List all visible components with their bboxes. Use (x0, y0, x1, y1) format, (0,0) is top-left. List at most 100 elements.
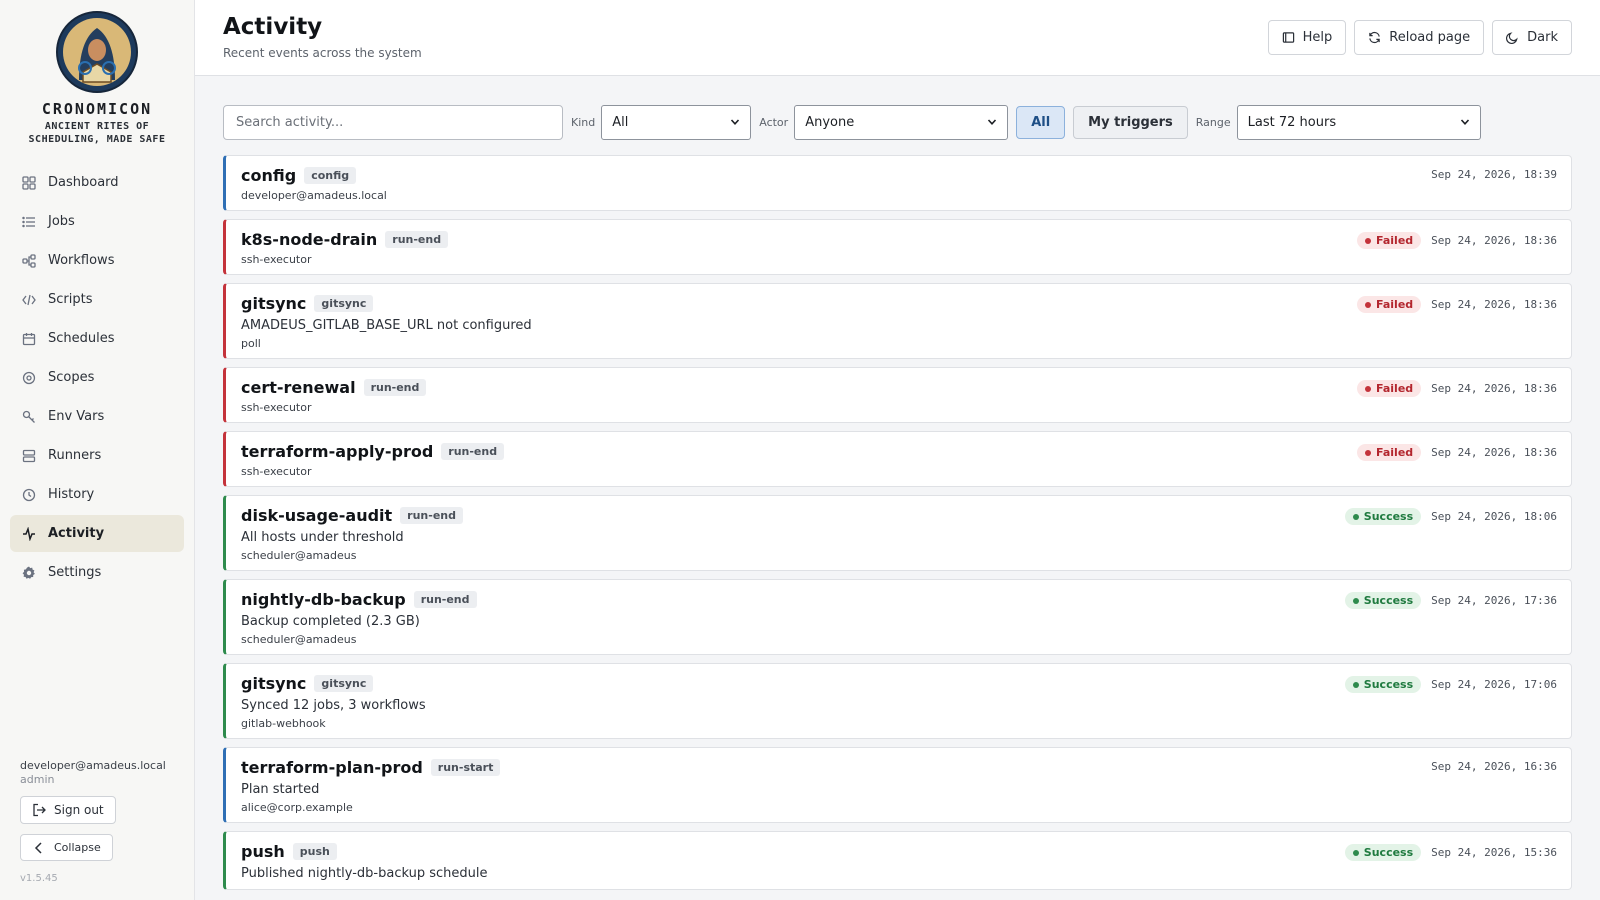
chevron-down-icon (1460, 119, 1469, 125)
activity-event[interactable]: config config developer@amadeus.local Sep 2… (223, 155, 1572, 211)
calendar-icon (22, 332, 36, 346)
sidebar-item-label: Dashboard (48, 175, 119, 190)
reload-label: Reload page (1389, 30, 1471, 45)
event-actor: ssh-executor (241, 465, 312, 478)
sidebar-item-activity[interactable]: Activity (10, 515, 184, 552)
event-kind-badge: run-end (400, 507, 463, 524)
activity-event[interactable]: k8s-node-drain run-end ssh-executor Failed S… (223, 219, 1572, 275)
event-kind-badge: config (304, 167, 357, 184)
status-label: Success (1363, 678, 1414, 691)
list-icon (22, 215, 36, 229)
clock-icon (22, 488, 36, 502)
theme-label: Dark (1527, 30, 1558, 45)
status-dot-icon (1364, 385, 1371, 392)
sidebar-item-label: Jobs (48, 214, 75, 229)
search-input[interactable] (223, 104, 563, 140)
sidebar-item-label: Scopes (48, 370, 95, 385)
sidebar-item-history[interactable]: History (10, 476, 184, 513)
event-message: Published nightly-db-backup schedule (241, 866, 488, 881)
status-badge: Success (1344, 676, 1422, 693)
sidebar-item-label: Settings (48, 565, 102, 580)
user-role: admin (20, 773, 55, 786)
sidebar-nav: Dashboard Jobs Workflows Scripts Schedul… (0, 164, 194, 593)
activity-event[interactable]: disk-usage-audit run-end All hosts under t… (223, 495, 1572, 571)
status-dot-icon (1364, 237, 1371, 244)
sidebar-item-schedules[interactable]: Schedules (10, 320, 184, 357)
event-kind-badge: run-start (430, 759, 501, 776)
range-label: Range (1195, 115, 1231, 129)
filter-all-toggle[interactable]: All (1016, 105, 1066, 139)
event-meta: Success Sep 24, 2026, 17:06 (1344, 676, 1557, 693)
kind-label: Kind (571, 115, 596, 129)
status-label: Failed (1375, 234, 1414, 247)
brand-tagline: ANCIENT RITES OF SCHEDULING, MADE SAFE (28, 121, 166, 145)
sidebar-item-jobs[interactable]: Jobs (10, 203, 184, 240)
event-timestamp: Sep 24, 2026, 17:06 (1431, 678, 1557, 691)
event-meta: Failed Sep 24, 2026, 18:36 (1356, 444, 1557, 461)
activity-event[interactable]: push push Published nightly-db-backup sche… (223, 831, 1572, 890)
filter-bar: Kind All Actor Anyone All My triggers Ra… (223, 104, 1572, 140)
activity-event[interactable]: nightly-db-backup run-end Backup completed… (223, 579, 1572, 655)
sidebar-item-env-vars[interactable]: Env Vars (10, 398, 184, 435)
help-button[interactable]: Help (1267, 20, 1347, 55)
event-kind-badge: run-end (413, 591, 477, 608)
range-value: Last 72 hours (1247, 114, 1337, 130)
status-badge: Failed (1356, 380, 1422, 397)
event-actor: ssh-executor (241, 253, 312, 266)
sidebar-item-runners[interactable]: Runners (10, 437, 184, 474)
chevron-down-icon (988, 119, 997, 125)
event-actor: ssh-executor (241, 401, 312, 414)
sidebar-item-scopes[interactable]: Scopes (10, 359, 184, 396)
event-kind-badge: run-end (363, 379, 427, 396)
activity-event[interactable]: gitsync gitsync AMADEUS_GITLAB_BASE_URL no… (223, 283, 1572, 359)
sidebar-item-settings[interactable]: Settings (10, 554, 184, 591)
event-actor: gitlab-webhook (241, 717, 326, 730)
event-kind-badge: run-end (441, 443, 505, 460)
sidebar-item-label: History (48, 487, 95, 502)
event-actor: scheduler@amadeus (241, 549, 357, 562)
activity-event[interactable]: terraform-plan-prod run-start Plan started… (223, 747, 1572, 823)
reload-button[interactable]: Reload page (1354, 20, 1485, 55)
sidebar-footer: developer@amadeus.local admin Sign out C… (20, 759, 180, 900)
status-badge: Success (1344, 844, 1422, 861)
sign-out-button[interactable]: Sign out (20, 796, 116, 824)
event-meta: Failed Sep 24, 2026, 18:36 (1356, 380, 1557, 397)
key-icon (22, 410, 36, 424)
event-name: cert-renewal (241, 378, 356, 397)
event-kind-badge: gitsync (314, 675, 374, 692)
event-message: All hosts under threshold (241, 530, 404, 545)
kind-value: All (612, 114, 629, 130)
event-message: AMADEUS_GITLAB_BASE_URL not configured (241, 318, 532, 333)
sidebar-item-dashboard[interactable]: Dashboard (10, 164, 184, 201)
page-subtitle: Recent events across the system (223, 46, 422, 60)
event-meta: Success Sep 24, 2026, 18:06 (1344, 508, 1557, 525)
activity-event[interactable]: terraform-apply-prod run-end ssh-executor F… (223, 431, 1572, 487)
activity-event[interactable]: gitsync gitsync Synced 12 jobs, 3 workflow… (223, 663, 1572, 739)
event-name: terraform-apply-prod (241, 442, 434, 461)
sidebar-item-scripts[interactable]: Scripts (10, 281, 184, 318)
event-timestamp: Sep 24, 2026, 16:36 (1431, 760, 1557, 773)
activity-event[interactable]: cert-renewal run-end ssh-executor Failed Sep… (223, 367, 1572, 423)
event-timestamp: Sep 24, 2026, 15:36 (1431, 846, 1557, 859)
collapse-button[interactable]: Collapse (20, 834, 113, 861)
chevron-left-icon (32, 841, 46, 855)
kind-select[interactable]: All (601, 104, 752, 140)
app-root: CRONOMICON ANCIENT RITES OF SCHEDULING, … (0, 0, 1600, 900)
actor-select[interactable]: Anyone (794, 104, 1009, 140)
event-timestamp: Sep 24, 2026, 18:36 (1431, 298, 1557, 311)
target-icon (22, 371, 36, 385)
server-icon (22, 449, 36, 463)
event-timestamp: Sep 24, 2026, 18:39 (1431, 168, 1557, 181)
theme-toggle-button[interactable]: Dark (1492, 20, 1572, 55)
my-triggers-toggle[interactable]: My triggers (1073, 105, 1188, 139)
content: Kind All Actor Anyone All My triggers Ra… (195, 76, 1600, 900)
sidebar-item-workflows[interactable]: Workflows (10, 242, 184, 279)
event-actor: developer@amadeus.local (241, 189, 387, 202)
event-kind-badge: gitsync (314, 295, 374, 312)
range-select[interactable]: Last 72 hours (1236, 104, 1481, 140)
event-message: Backup completed (2.3 GB) (241, 614, 420, 629)
event-message: Plan started (241, 782, 320, 797)
event-meta: Sep 24, 2026, 18:39 (1431, 168, 1557, 181)
event-header: terraform-plan-prod run-start (241, 758, 1557, 777)
brand-name: CRONOMICON (41, 100, 153, 118)
